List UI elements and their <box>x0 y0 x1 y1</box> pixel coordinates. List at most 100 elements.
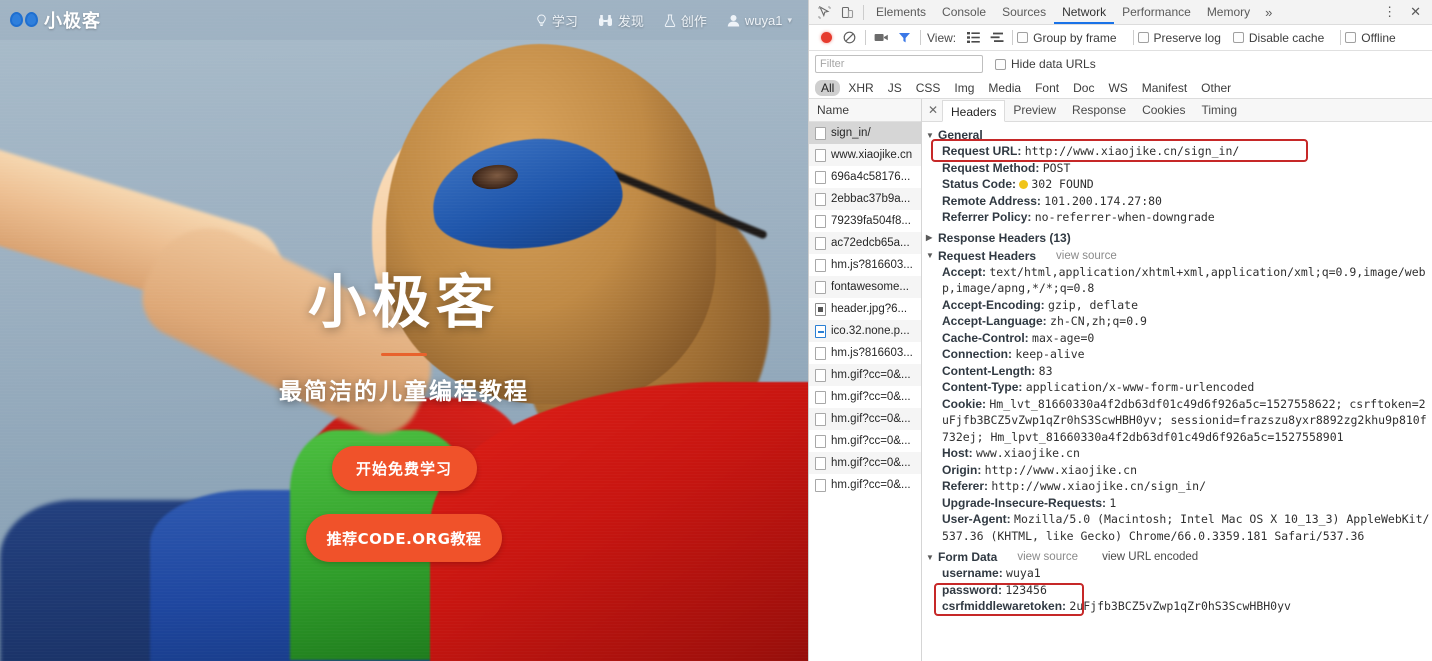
table-row[interactable]: www.xiaojike.cn <box>809 144 921 166</box>
hide-data-urls-checkbox[interactable]: Hide data URLs <box>995 57 1096 71</box>
clear-icon[interactable] <box>838 26 861 49</box>
table-row[interactable]: hm.js?816603... <box>809 342 921 364</box>
nav-item-user[interactable]: wuya1 ▾ <box>727 13 792 28</box>
headers-content[interactable]: ▼ General Request URL: http://www.xiaoji… <box>922 122 1432 661</box>
table-row[interactable]: 79239fa504f8... <box>809 210 921 232</box>
table-row[interactable]: hm.js?816603... <box>809 254 921 276</box>
triangle-right-icon: ▶ <box>926 233 933 242</box>
search-input[interactable] <box>815 55 983 73</box>
site-logo[interactable]: 小极客 <box>10 7 101 33</box>
icon-file-icon <box>815 324 826 338</box>
type-filter-ws[interactable]: WS <box>1102 80 1133 96</box>
header-key: User-Agent: <box>942 512 1011 526</box>
section-general[interactable]: ▼ General <box>926 128 1432 142</box>
request-detail-column: ✕ Headers Preview Response Cookies Timin… <box>922 99 1432 661</box>
table-row[interactable]: 2ebbac37b9a... <box>809 188 921 210</box>
waterfall-view-icon[interactable] <box>985 26 1008 49</box>
close-devtools-icon[interactable]: ✕ <box>1403 4 1428 20</box>
tab-network[interactable]: Network <box>1054 0 1115 24</box>
table-row[interactable]: 696a4c58176... <box>809 166 921 188</box>
type-filter-doc[interactable]: Doc <box>1067 80 1100 96</box>
recommend-code-org-button[interactable]: 推荐CODE.ORG教程 <box>306 514 502 562</box>
camera-icon[interactable] <box>870 26 893 49</box>
request-name: hm.gif?cc=0&... <box>831 413 911 425</box>
tab-preview[interactable]: Preview <box>1005 99 1064 121</box>
form-value: 2uFjfb3BCZ5vZwp1qZr0hS3ScwHBH0yv <box>1069 599 1291 613</box>
offline-checkbox[interactable]: Offline <box>1345 31 1396 45</box>
request-name: fontawesome... <box>831 281 909 293</box>
nav-item-discover[interactable]: 发现 <box>598 11 644 30</box>
filter-funnel-icon[interactable] <box>893 26 916 49</box>
inspect-element-icon[interactable] <box>813 1 836 24</box>
table-row[interactable]: hm.gif?cc=0&... <box>809 408 921 430</box>
tab-console[interactable]: Console <box>934 0 994 24</box>
tab-timing[interactable]: Timing <box>1193 99 1245 121</box>
request-list[interactable]: sign_in/ www.xiaojike.cn 696a4c58176... … <box>809 122 921 661</box>
column-header-name[interactable]: Name <box>809 99 921 122</box>
group-by-frame-checkbox[interactable]: Group by frame <box>1017 31 1117 45</box>
type-filter-font[interactable]: Font <box>1029 80 1065 96</box>
nav-item-discover-label: 发现 <box>617 13 644 29</box>
tab-sources[interactable]: Sources <box>994 0 1054 24</box>
view-source-link[interactable]: view source <box>1056 250 1117 262</box>
table-row[interactable]: ico.32.none.p... <box>809 320 921 342</box>
table-row[interactable]: ac72edcb65a... <box>809 232 921 254</box>
table-row[interactable]: fontawesome... <box>809 276 921 298</box>
preserve-log-checkbox[interactable]: Preserve log <box>1137 31 1221 45</box>
section-request-headers[interactable]: ▼ Request Headers view source <box>926 249 1432 263</box>
request-name: ico.32.none.p... <box>831 325 910 337</box>
section-response-headers[interactable]: ▶ Response Headers (13) <box>926 231 1432 245</box>
checkbox-box <box>1137 32 1149 43</box>
tab-headers[interactable]: Headers <box>942 99 1006 122</box>
doc-icon <box>815 412 826 426</box>
form-view-source-link[interactable]: view source <box>1017 551 1078 563</box>
resource-type-filters: All XHR JS CSS Img Media Font Doc WS Man… <box>809 77 1432 99</box>
tab-response[interactable]: Response <box>1064 99 1134 121</box>
close-detail-icon[interactable]: ✕ <box>924 103 942 117</box>
disable-cache-checkbox[interactable]: Disable cache <box>1232 31 1324 45</box>
type-filter-xhr[interactable]: XHR <box>842 80 879 96</box>
type-filter-css[interactable]: CSS <box>910 80 947 96</box>
nav-item-create[interactable]: 创作 <box>664 11 707 30</box>
header-value: max-age=0 <box>1032 330 1095 345</box>
doc-icon <box>815 456 826 470</box>
doc-icon <box>815 148 826 162</box>
view-url-encoded-link[interactable]: view URL encoded <box>1102 551 1198 563</box>
type-filter-all[interactable]: All <box>815 79 841 96</box>
table-row[interactable]: hm.gif?cc=0&... <box>809 452 921 474</box>
table-row[interactable]: hm.gif?cc=0&... <box>809 364 921 386</box>
record-icon[interactable] <box>815 26 838 49</box>
table-row[interactable]: hm.gif?cc=0&... <box>809 386 921 408</box>
type-filter-media[interactable]: Media <box>982 80 1027 96</box>
more-tabs-icon[interactable]: » <box>1258 5 1279 20</box>
section-request-headers-title: Request Headers <box>938 248 1037 263</box>
type-filter-img[interactable]: Img <box>948 80 980 96</box>
header-value: zh-CN,zh;q=0.9 <box>1050 314 1147 328</box>
device-toolbar-icon[interactable] <box>836 1 859 24</box>
tab-elements[interactable]: Elements <box>868 0 934 24</box>
table-row[interactable]: hm.gif?cc=0&... <box>809 474 921 496</box>
tab-performance[interactable]: Performance <box>1114 0 1199 24</box>
tab-cookies[interactable]: Cookies <box>1134 99 1193 121</box>
header-key: Request Method: <box>942 160 1040 175</box>
header-value: 101.200.174.27:80 <box>1044 193 1162 208</box>
kebab-menu-icon[interactable]: ⋮ <box>1376 4 1403 20</box>
start-free-learning-button[interactable]: 开始免费学习 <box>331 446 477 491</box>
user-icon <box>727 14 740 27</box>
type-filter-other[interactable]: Other <box>1195 80 1237 96</box>
network-toolbar: View: Group by frame Preserve log Disabl… <box>809 25 1432 51</box>
type-filter-js[interactable]: JS <box>882 80 908 96</box>
table-row[interactable]: sign_in/ <box>809 122 921 144</box>
tab-memory[interactable]: Memory <box>1199 0 1258 24</box>
table-row[interactable]: header.jpg?6... <box>809 298 921 320</box>
type-filter-manifest[interactable]: Manifest <box>1136 80 1193 96</box>
header-value: gzip, deflate <box>1048 297 1139 312</box>
list-view-icon[interactable] <box>962 26 985 49</box>
header-value: application/x-www-form-urlencoded <box>1025 380 1255 394</box>
nav-item-study[interactable]: 学习 <box>536 11 578 30</box>
header-value: http://www.xiaojike.cn <box>984 462 1137 477</box>
form-row-csrfmiddlewaretoken: csrfmiddlewaretoken: 2uFjfb3BCZ5vZwp1qZr… <box>926 598 1432 615</box>
table-row[interactable]: hm.gif?cc=0&... <box>809 430 921 452</box>
section-form-data[interactable]: ▼ Form Data view source view URL encoded <box>926 550 1432 564</box>
header-key: Cache-Control: <box>942 330 1029 345</box>
